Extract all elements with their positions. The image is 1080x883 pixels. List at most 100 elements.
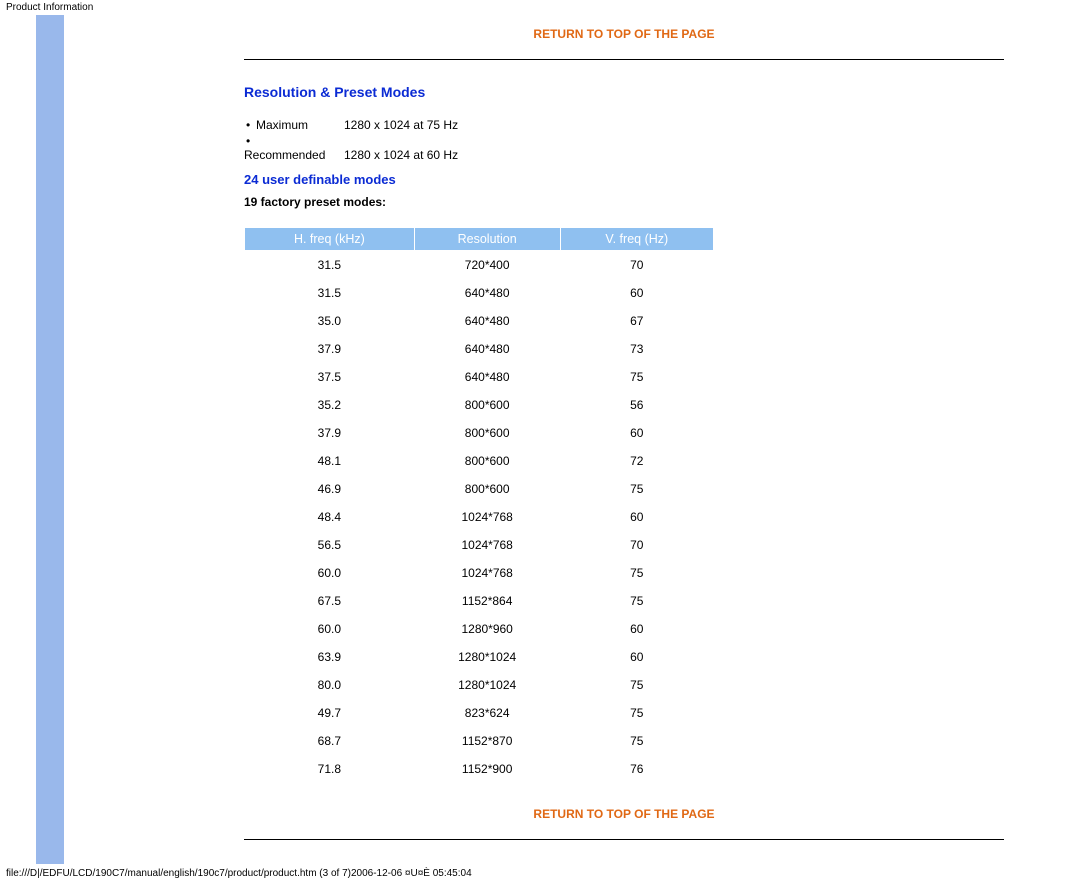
table-cell: 67.5 (245, 587, 415, 615)
table-cell: 48.4 (245, 503, 415, 531)
table-cell: 60 (560, 279, 713, 307)
col-h-freq: H. freq (kHz) (245, 228, 415, 251)
spec-row: •Maximum 1280 x 1024 at 75 Hz (244, 118, 1004, 132)
table-cell: 60 (560, 503, 713, 531)
table-cell: 800*600 (414, 475, 560, 503)
table-cell: 56 (560, 391, 713, 419)
content: RETURN TO TOP OF THE PAGE Resolution & P… (64, 15, 1044, 864)
table-row: 56.51024*76870 (245, 531, 714, 559)
table-cell: 60.0 (245, 615, 415, 643)
table-row: 60.01280*96060 (245, 615, 714, 643)
table-cell: 48.1 (245, 447, 415, 475)
spec-row: •Recommended 1280 x 1024 at 60 Hz (244, 134, 1004, 162)
table-row: 48.41024*76860 (245, 503, 714, 531)
table-cell: 60.0 (245, 559, 415, 587)
table-cell: 31.5 (245, 251, 415, 280)
table-row: 46.9800*60075 (245, 475, 714, 503)
table-cell: 1024*768 (414, 559, 560, 587)
table-cell: 68.7 (245, 727, 415, 755)
spec-label: Maximum (256, 118, 308, 132)
table-cell: 70 (560, 251, 713, 280)
table-cell: 1024*768 (414, 531, 560, 559)
table-row: 48.1800*60072 (245, 447, 714, 475)
table-cell: 75 (560, 727, 713, 755)
table-cell: 720*400 (414, 251, 560, 280)
table-row: 37.9800*60060 (245, 419, 714, 447)
table-cell: 56.5 (245, 531, 415, 559)
table-cell: 73 (560, 335, 713, 363)
page-body: RETURN TO TOP OF THE PAGE Resolution & P… (36, 15, 1044, 864)
table-cell: 75 (560, 475, 713, 503)
table-cell: 1280*960 (414, 615, 560, 643)
table-cell: 60 (560, 419, 713, 447)
spec-list: •Maximum 1280 x 1024 at 75 Hz •Recommend… (244, 118, 1004, 162)
table-cell: 1152*870 (414, 727, 560, 755)
table-cell: 1280*1024 (414, 643, 560, 671)
col-resolution: Resolution (414, 228, 560, 251)
table-row: 63.91280*102460 (245, 643, 714, 671)
table-row: 35.0640*48067 (245, 307, 714, 335)
col-v-freq: V. freq (Hz) (560, 228, 713, 251)
table-cell: 640*480 (414, 363, 560, 391)
footer-path: file:///D|/EDFU/LCD/190C7/manual/english… (0, 864, 1080, 883)
table-row: 67.51152*86475 (245, 587, 714, 615)
return-top-link[interactable]: RETURN TO TOP OF THE PAGE (244, 27, 1004, 41)
table-cell: 80.0 (245, 671, 415, 699)
table-cell: 76 (560, 755, 713, 783)
table-cell: 35.0 (245, 307, 415, 335)
table-cell: 60 (560, 615, 713, 643)
table-cell: 1152*900 (414, 755, 560, 783)
sidebar-fragment (36, 15, 64, 864)
table-cell: 75 (560, 671, 713, 699)
table-cell: 37.9 (245, 419, 415, 447)
table-row: 37.5640*48075 (245, 363, 714, 391)
table-cell: 640*480 (414, 335, 560, 363)
page-title: Product Information (0, 0, 1080, 15)
table-cell: 75 (560, 587, 713, 615)
table-cell: 800*600 (414, 447, 560, 475)
table-row: 49.7823*62475 (245, 699, 714, 727)
spec-value: 1280 x 1024 at 75 Hz (344, 118, 458, 132)
table-cell: 60 (560, 643, 713, 671)
section-heading: Resolution & Preset Modes (244, 84, 1004, 100)
table-cell: 1152*864 (414, 587, 560, 615)
table-cell: 49.7 (245, 699, 415, 727)
return-top-link[interactable]: RETURN TO TOP OF THE PAGE (244, 807, 1004, 821)
table-cell: 46.9 (245, 475, 415, 503)
table-row: 31.5720*40070 (245, 251, 714, 280)
table-row: 31.5640*48060 (245, 279, 714, 307)
divider (244, 839, 1004, 840)
table-cell: 31.5 (245, 279, 415, 307)
table-cell: 63.9 (245, 643, 415, 671)
table-cell: 823*624 (414, 699, 560, 727)
table-cell: 1024*768 (414, 503, 560, 531)
table-row: 60.01024*76875 (245, 559, 714, 587)
table-cell: 1280*1024 (414, 671, 560, 699)
factory-heading: 19 factory preset modes: (244, 195, 1004, 209)
table-cell: 37.9 (245, 335, 415, 363)
divider (244, 59, 1004, 60)
spec-value: 1280 x 1024 at 60 Hz (344, 134, 458, 162)
table-cell: 75 (560, 363, 713, 391)
table-row: 68.71152*87075 (245, 727, 714, 755)
table-cell: 800*600 (414, 419, 560, 447)
table-cell: 67 (560, 307, 713, 335)
table-row: 35.2800*60056 (245, 391, 714, 419)
table-cell: 70 (560, 531, 713, 559)
table-row: 71.81152*90076 (245, 755, 714, 783)
table-cell: 35.2 (245, 391, 415, 419)
sub-heading: 24 user definable modes (244, 172, 1004, 187)
spec-label: Recommended (244, 148, 325, 162)
preset-modes-table: H. freq (kHz) Resolution V. freq (Hz) 31… (244, 227, 714, 783)
table-cell: 800*600 (414, 391, 560, 419)
table-cell: 72 (560, 447, 713, 475)
table-cell: 71.8 (245, 755, 415, 783)
table-header-row: H. freq (kHz) Resolution V. freq (Hz) (245, 228, 714, 251)
table-cell: 75 (560, 559, 713, 587)
table-row: 80.01280*102475 (245, 671, 714, 699)
table-cell: 75 (560, 699, 713, 727)
table-cell: 640*480 (414, 307, 560, 335)
table-cell: 640*480 (414, 279, 560, 307)
table-cell: 37.5 (245, 363, 415, 391)
table-row: 37.9640*48073 (245, 335, 714, 363)
